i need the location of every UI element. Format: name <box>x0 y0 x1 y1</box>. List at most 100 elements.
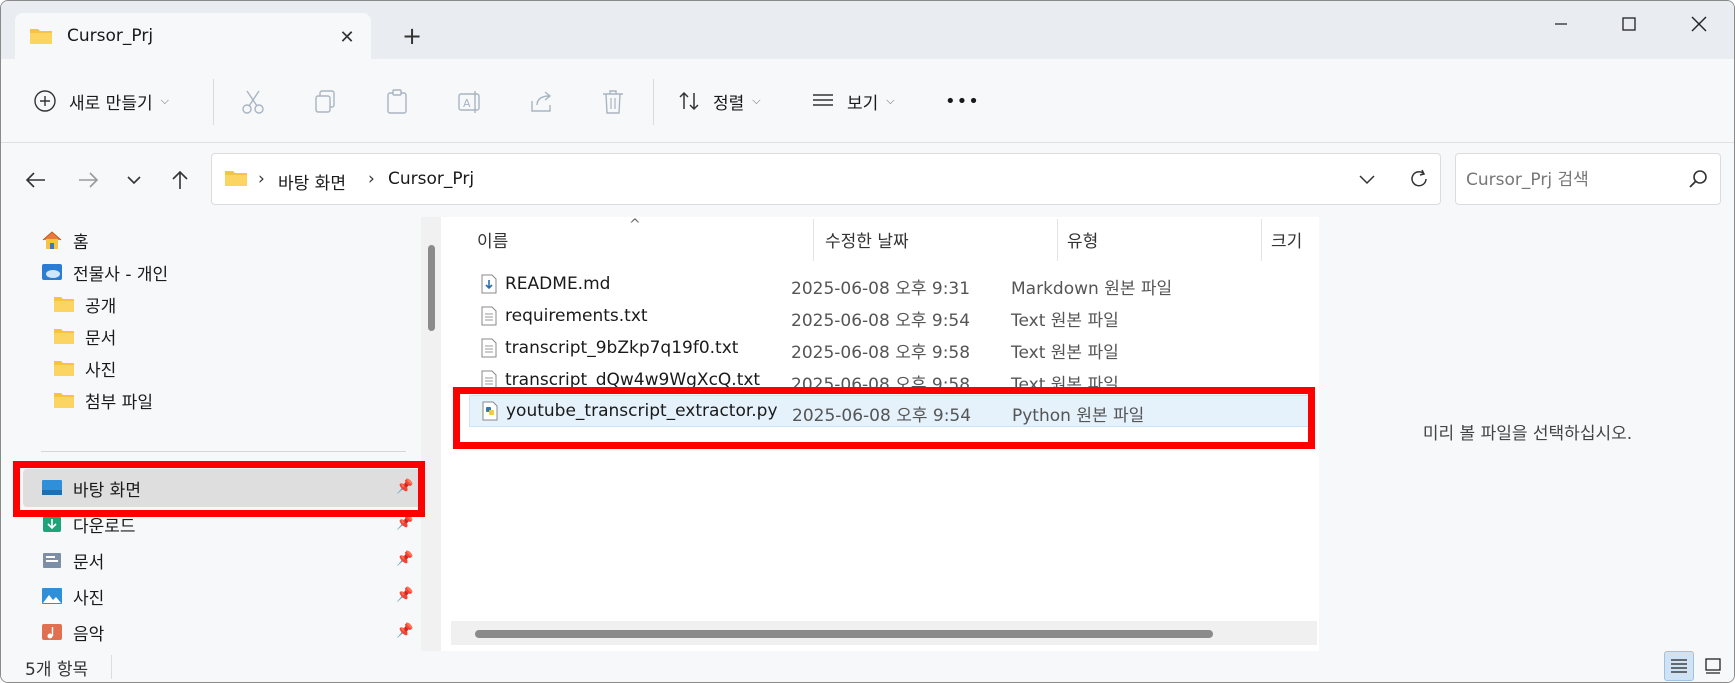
nav-item-music[interactable]: 음악 <box>41 615 104 649</box>
folder-icon <box>54 361 74 376</box>
new-button-label: 새로 만들기 <box>69 93 153 114</box>
file-row[interactable]: requirements.txt 2025-06-08 오후 9:54 Text… <box>469 301 1309 333</box>
nav-scrollbar-thumb[interactable] <box>428 245 435 331</box>
nav-item-downloads[interactable]: 다운로드 <box>41 507 136 541</box>
minimize-button[interactable] <box>1531 7 1591 41</box>
documents-icon <box>43 553 61 568</box>
status-divider <box>111 655 112 679</box>
file-row[interactable]: transcript_9bZkp7q19f0.txt 2025-06-08 오후… <box>469 333 1309 365</box>
search-input[interactable] <box>1466 166 1676 194</box>
text-file-icon <box>481 306 497 326</box>
chevron-down-icon: ⌵ <box>886 94 895 107</box>
breadcrumb-separator: › <box>258 169 265 189</box>
address-bar[interactable]: › 바탕 화면 › Cursor_Prj <box>211 153 1441 205</box>
horizontal-scrollbar[interactable] <box>451 621 1317 645</box>
text-file-icon <box>481 338 497 358</box>
column-header-name[interactable]: 이름 <box>477 227 508 252</box>
new-tab-button[interactable]: + <box>397 21 427 51</box>
up-button[interactable] <box>165 165 195 195</box>
chevron-down-icon: ⌵ <box>160 94 169 107</box>
new-button[interactable]: 새로 만들기 ⌵ <box>33 83 169 119</box>
cut-icon[interactable] <box>241 89 265 115</box>
paste-icon[interactable] <box>385 89 409 115</box>
file-row[interactable]: transcript_dQw4w9WgXcQ.txt 2025-06-08 오후… <box>469 365 1309 397</box>
rename-icon[interactable]: A <box>457 89 483 115</box>
column-divider[interactable] <box>813 219 814 261</box>
horizontal-scrollbar-thumb[interactable] <box>475 630 1213 638</box>
forward-button[interactable] <box>73 165 103 195</box>
nav-item-public[interactable]: 공개 <box>53 287 116 321</box>
file-name: transcript_9bZkp7q19f0.txt <box>505 338 739 358</box>
file-date: 2025-06-08 오후 9:58 <box>791 375 971 395</box>
file-row-selected[interactable]: youtube_transcript_extractor.py 2025-06-… <box>469 395 1309 427</box>
refresh-icon[interactable] <box>1408 168 1430 190</box>
recent-locations-button[interactable] <box>119 165 149 195</box>
nav-label: 문서 <box>73 552 105 573</box>
close-window-button[interactable] <box>1669 7 1729 41</box>
breadcrumb-separator: › <box>368 169 375 189</box>
nav-label: 공개 <box>85 296 117 317</box>
python-file-icon <box>482 401 498 421</box>
tab-cursor-prj[interactable]: Cursor_Prj ✕ <box>15 13 371 59</box>
column-header-size[interactable]: 크기 <box>1271 227 1302 252</box>
nav-item-pictures[interactable]: 사진 <box>41 579 104 613</box>
back-button[interactable] <box>21 165 51 195</box>
desktop-icon <box>42 480 62 495</box>
large-icons-view-icon <box>1705 658 1721 674</box>
more-options-button[interactable]: ••• <box>945 83 980 119</box>
search-icon[interactable] <box>1688 169 1708 189</box>
nav-item-documents[interactable]: 문서 <box>41 543 104 577</box>
folder-icon <box>54 329 74 344</box>
file-name: README.md <box>505 274 611 294</box>
file-name: requirements.txt <box>505 306 648 326</box>
copy-icon[interactable] <box>313 89 337 115</box>
maximize-button[interactable] <box>1599 7 1659 41</box>
large-icons-view-button[interactable] <box>1698 651 1728 681</box>
nav-item-home[interactable]: 홈 <box>41 223 89 257</box>
view-list-icon <box>813 94 833 106</box>
pin-icon[interactable]: 📌 <box>396 551 413 567</box>
breadcrumb-cursor-prj[interactable]: Cursor_Prj <box>388 169 474 189</box>
file-row[interactable]: README.md 2025-06-08 오후 9:31 Markdown 원본… <box>469 269 1309 301</box>
plus-circle-icon <box>34 90 56 112</box>
nav-item-documents-od[interactable]: 문서 <box>53 319 116 353</box>
column-divider[interactable] <box>1057 219 1058 261</box>
share-icon[interactable] <box>529 89 555 115</box>
item-count: 5개 항목 <box>25 660 89 680</box>
nav-label: 전물사 - 개인 <box>73 264 169 285</box>
column-header-type[interactable]: 유형 <box>1067 227 1098 252</box>
arrow-left-icon <box>25 172 45 188</box>
file-date: 2025-06-08 오후 9:54 <box>792 406 972 426</box>
download-icon <box>43 516 61 532</box>
preview-pane: 미리 볼 파일을 선택하십시오. <box>1319 217 1734 651</box>
column-divider[interactable] <box>1261 219 1262 261</box>
close-tab-icon[interactable]: ✕ <box>333 23 361 51</box>
nav-label: 홈 <box>73 232 89 253</box>
pin-icon[interactable]: 📌 <box>396 623 413 639</box>
search-box[interactable] <box>1455 153 1721 205</box>
file-type: Text 원본 파일 <box>1011 343 1119 363</box>
nav-item-desktop[interactable]: 바탕 화면 <box>41 471 141 505</box>
arrow-up-icon <box>172 170 188 189</box>
nav-item-onedrive[interactable]: 전물사 - 개인 <box>41 255 168 289</box>
delete-icon[interactable] <box>601 89 625 115</box>
folder-icon <box>54 393 74 408</box>
sort-button[interactable]: 정렬 ⌵ <box>677 83 761 119</box>
view-button[interactable]: 보기 ⌵ <box>811 83 895 119</box>
sort-label: 정렬 <box>713 93 745 114</box>
column-header-date[interactable]: 수정한 날짜 <box>825 227 909 252</box>
nav-label: 다운로드 <box>73 516 136 537</box>
file-explorer-window: Cursor_Prj ✕ + 새로 만들기 ⌵ A 정렬 ⌵ 보기 ⌵ ••• … <box>0 0 1735 683</box>
chevron-down-icon[interactable] <box>1358 174 1376 185</box>
details-view-icon <box>1671 659 1687 673</box>
title-bar: Cursor_Prj ✕ + <box>1 1 1734 59</box>
pin-icon[interactable]: 📌 <box>396 587 413 603</box>
details-view-button[interactable] <box>1664 651 1694 681</box>
breadcrumb-desktop[interactable]: 바탕 화면 <box>278 169 346 194</box>
nav-item-attachments[interactable]: 첨부 파일 <box>53 383 153 417</box>
nav-item-pictures-od[interactable]: 사진 <box>53 351 116 385</box>
pin-icon[interactable]: 📌 <box>396 479 413 495</box>
file-type: Text 원본 파일 <box>1011 311 1119 331</box>
pin-icon[interactable]: 📌 <box>396 515 413 531</box>
home-icon <box>42 231 62 249</box>
